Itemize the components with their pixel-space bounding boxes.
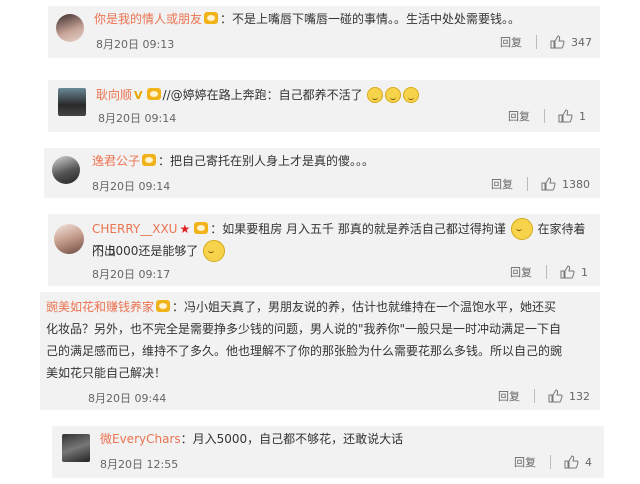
- thumbs-up-icon[interactable]: [563, 454, 579, 470]
- comment-actions: 回复 1380: [491, 176, 590, 192]
- reply-button[interactable]: 回复: [514, 454, 536, 470]
- comment-body: //@婷婷在路上奔跑：自己都养不活了: [162, 88, 363, 102]
- verified-badge-icon: V: [134, 89, 143, 102]
- timestamp: 8月20日 09:14: [92, 180, 171, 193]
- member-badge-icon: [142, 154, 157, 166]
- smiley-emoji-icon: [403, 87, 420, 103]
- reply-button[interactable]: 回复: [508, 108, 530, 124]
- timestamp: 8月20日 09:14: [98, 112, 177, 125]
- like-count: 4: [585, 455, 592, 469]
- like-count: 1: [581, 265, 588, 279]
- avatar[interactable]: [54, 224, 84, 254]
- like-count: 1: [579, 109, 586, 123]
- comment-text: 你是我的情人或朋友 ：不是上嘴唇下嘴唇一碰的事情。。生活中处处需要钱。。: [94, 8, 520, 30]
- comment-actions: 回复 347: [500, 34, 592, 50]
- comment-body: ：不是上嘴唇下嘴唇一碰的事情。。生活中处处需要钱。。: [220, 12, 521, 26]
- divider: [527, 177, 528, 191]
- smiley-emoji-icon: [367, 87, 384, 103]
- smiley-emoji-icon: [385, 87, 402, 103]
- reply-button[interactable]: 回复: [498, 388, 520, 404]
- comment-body-line1: ：如果要租房 月入五千 那真的就是养活自己都过得拘谨: [210, 222, 506, 236]
- comment-text-line2: 化妆品？另外，也不完全是需要挣多少钱的问题，男人说的"我养你"一般只是一时冲动满…: [46, 322, 562, 336]
- timestamp: 8月20日 09:17: [92, 268, 171, 281]
- comment-actions: 回复 1: [510, 264, 588, 280]
- comment-actions: 回复 4: [514, 454, 592, 470]
- comment-actions: 回复 1: [508, 108, 586, 124]
- comment-card: CHERRY__XXU ★ ：如果要租房 月入五千 那真的就是养活自己都过得拘谨 在…: [48, 214, 600, 286]
- thumbs-up-icon[interactable]: [557, 108, 573, 124]
- divider: [550, 455, 551, 469]
- member-badge-icon: [156, 300, 171, 312]
- like-count: 1380: [562, 177, 590, 191]
- comment-text: 微EveryChars：月入5000，自己都不够花，还敢说大话: [100, 428, 403, 450]
- reply-button[interactable]: 回复: [491, 176, 513, 192]
- username-link[interactable]: 豌美如花和赚钱养家: [46, 300, 154, 314]
- comment-text-line3: 己的满足感而已，维持不了多久。他也理解不了你的那张脸为什么需要花那么多钱。所以自…: [46, 344, 563, 358]
- comment-text-line2: 门 5000还是能够了: [92, 240, 226, 262]
- avatar[interactable]: [56, 14, 84, 42]
- comment-card: 你是我的情人或朋友 ：不是上嘴唇下嘴唇一碰的事情。。生活中处处需要钱。。 8月20…: [48, 6, 600, 58]
- timestamp: 8月20日 09:13: [96, 38, 175, 51]
- divider: [546, 265, 547, 279]
- timestamp: 8月20日 09:44: [88, 392, 167, 405]
- username-link[interactable]: 微EveryChars: [100, 432, 181, 446]
- comment-card: 耿向顺 V //@婷婷在路上奔跑：自己都养不活了 8月20日 09:14 回复 1: [48, 80, 600, 132]
- divider: [534, 389, 535, 403]
- thumbs-up-icon[interactable]: [559, 264, 575, 280]
- crying-emoji-icon: [510, 218, 533, 240]
- divider: [544, 109, 545, 123]
- comment-card: 逸君公子 ：把自己寄托在别人身上才是真的傻。。。 8月20日 09:14 回复 1…: [44, 148, 600, 198]
- comment-text-line4: 美如花只能自己解决！: [46, 366, 167, 380]
- username-link[interactable]: 耿向顺: [96, 88, 132, 102]
- avatar[interactable]: [62, 434, 90, 462]
- thumbs-up-icon[interactable]: [549, 34, 565, 50]
- like-count: 347: [571, 35, 592, 49]
- timestamp: 8月20日 12:55: [100, 458, 179, 471]
- like-count: 132: [569, 389, 590, 403]
- comment-card: 微EveryChars：月入5000，自己都不够花，还敢说大话 8月20日 12…: [52, 426, 604, 478]
- comment-card: 豌美如花和赚钱养家 ：冯小姐天真了，男朋友说的养，估计也就维持在一个温饱水平，她还…: [40, 292, 600, 410]
- comment-body: ：把自己寄托在别人身上才是真的傻。。。: [158, 154, 375, 168]
- member-badge-icon: [194, 222, 209, 234]
- avatar[interactable]: [58, 88, 86, 116]
- username-link[interactable]: 逸君公子: [92, 154, 140, 168]
- member-badge-icon: [204, 12, 219, 24]
- thumbs-up-icon[interactable]: [547, 388, 563, 404]
- star-badge-icon: ★: [179, 222, 191, 236]
- username-link[interactable]: CHERRY__XXU: [92, 222, 177, 236]
- comment-body-line2: 门 5000还是能够了: [92, 244, 199, 258]
- comment-actions: 回复 132: [498, 388, 590, 404]
- reply-button[interactable]: 回复: [500, 34, 522, 50]
- comment-text: 逸君公子 ：把自己寄托在别人身上才是真的傻。。。: [92, 150, 374, 172]
- comment-body-line1: ：冯小姐天真了，男朋友说的养，估计也就维持在一个温饱水平，她还买: [172, 300, 557, 314]
- comment-body: ：月入5000，自己都不够花，还敢说大话: [180, 432, 404, 446]
- divider: [536, 35, 537, 49]
- username-link[interactable]: 你是我的情人或朋友: [94, 12, 202, 26]
- comment-text: 豌美如花和赚钱养家 ：冯小姐天真了，男朋友说的养，估计也就维持在一个温饱水平，她还…: [46, 296, 556, 318]
- reply-button[interactable]: 回复: [510, 264, 532, 280]
- thumbs-up-icon[interactable]: [540, 176, 556, 192]
- laughing-emoji-icon: [203, 240, 226, 262]
- avatar[interactable]: [52, 156, 80, 184]
- comment-text: 耿向顺 V //@婷婷在路上奔跑：自己都养不活了: [96, 84, 420, 107]
- member-badge-icon: [146, 88, 161, 100]
